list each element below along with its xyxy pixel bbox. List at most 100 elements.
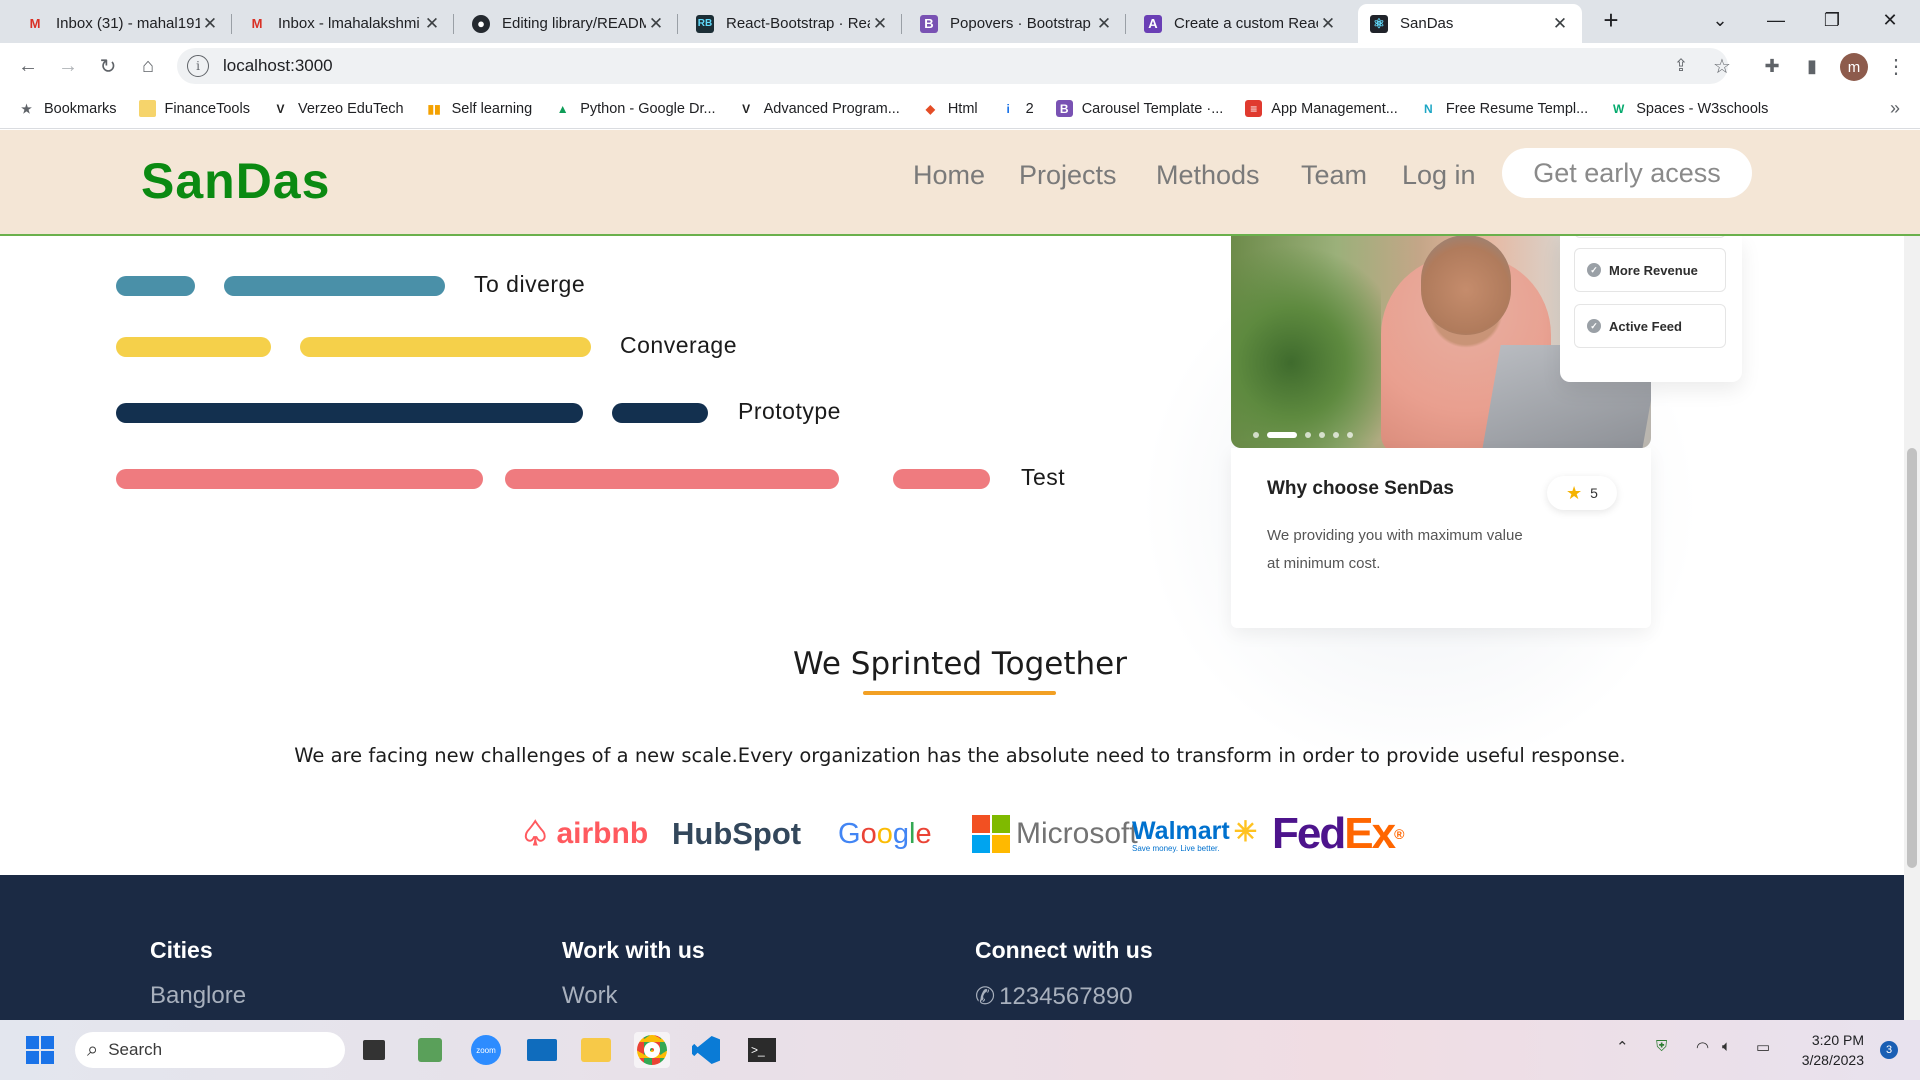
footer-connect: Connect with us ✆ 1234567890	[975, 937, 1153, 1011]
star-icon: ★	[21, 101, 32, 116]
browser-tab[interactable]: ● Editing library/READM ✕	[460, 4, 678, 43]
browser-tab-active[interactable]: ⚛ SanDas ✕	[1358, 4, 1582, 43]
nav-home[interactable]: Home	[913, 160, 985, 191]
close-tab-icon[interactable]: ✕	[1094, 14, 1114, 34]
bookmark-item[interactable]: B Carousel Template ·...	[1055, 100, 1223, 117]
app-icon: A	[1144, 14, 1162, 33]
nav-projects[interactable]: Projects	[1019, 160, 1117, 191]
reload-icon[interactable]: ↻	[92, 50, 124, 82]
footer-cities: Cities Banglore	[150, 937, 247, 1010]
close-tab-icon[interactable]: ✕	[870, 14, 890, 34]
bookmark-item[interactable]: N Free Resume Templ...	[1420, 100, 1588, 117]
side-panel-icon[interactable]: ▮	[1796, 50, 1828, 82]
show-hidden-icons[interactable]: ⌃	[1616, 1038, 1629, 1056]
bookmark-item[interactable]: ▮▮ Self learning	[426, 100, 532, 117]
footer-link[interactable]: Banglore	[150, 982, 246, 1010]
react-icon: ⚛	[1370, 14, 1388, 33]
task-view-icon[interactable]	[356, 1032, 392, 1068]
site-info-icon[interactable]: i	[187, 55, 209, 77]
google-drive-icon: ▲	[556, 101, 569, 116]
section-underline	[863, 691, 1056, 695]
bookmark-item[interactable]: V Advanced Program...	[738, 100, 900, 117]
zoom-icon[interactable]: zoom	[468, 1032, 504, 1068]
get-early-access-button[interactable]: Get early acess	[1502, 148, 1752, 198]
feature-option[interactable]: ✓ Active Feed	[1574, 304, 1726, 348]
feature-panel: ✓ More Revenue ✓ Active Feed	[1560, 228, 1742, 382]
forward-icon[interactable]: →	[52, 50, 84, 82]
mail-icon[interactable]	[524, 1032, 560, 1068]
bookmark-item[interactable]: i2	[1000, 100, 1033, 117]
notification-badge[interactable]: 3	[1880, 1041, 1898, 1059]
process-bar	[116, 337, 271, 357]
bookmark-item[interactable]: FinanceTools	[138, 100, 250, 117]
bookmark-item[interactable]: W Spaces - W3schools	[1610, 100, 1768, 117]
gmail-icon: M	[251, 16, 263, 31]
taskbar-clock[interactable]: 3:20 PM 3/28/2023	[1802, 1030, 1864, 1070]
process-bar	[300, 337, 591, 357]
security-icon[interactable]: ⛨	[1656, 1038, 1667, 1055]
footer-link[interactable]: Work	[562, 982, 705, 1010]
page-scrollbar[interactable]	[1904, 130, 1920, 1020]
more-bookmarks-icon[interactable]: »	[1890, 98, 1900, 119]
windows-start-icon[interactable]	[22, 1032, 58, 1068]
process-label: Test	[1021, 464, 1066, 490]
volume-icon[interactable]: 🔈︎	[1722, 1038, 1731, 1055]
chrome-icon[interactable]	[634, 1032, 670, 1068]
wifi-icon[interactable]: ◠	[1696, 1038, 1709, 1056]
browser-tab[interactable]: M Inbox (31) - mahal191 ✕	[14, 4, 232, 43]
minimize-button[interactable]: —	[1748, 0, 1804, 40]
share-icon[interactable]: ⇪	[1665, 50, 1697, 82]
browser-tab-strip: M Inbox (31) - mahal191 ✕ M Inbox - lmah…	[0, 0, 1920, 43]
site-logo[interactable]: SanDas	[141, 152, 330, 210]
profile-avatar[interactable]: m	[1840, 53, 1868, 81]
gmail-icon: M	[29, 16, 41, 31]
new-tab-button[interactable]: +	[1584, 0, 1638, 40]
footer-phone[interactable]: ✆ 1234567890	[975, 982, 1153, 1011]
close-tab-icon[interactable]: ✕	[1318, 14, 1338, 34]
close-tab-icon[interactable]: ✕	[646, 14, 666, 34]
bookmark-item[interactable]: ★ Bookmarks	[18, 100, 116, 117]
nav-login[interactable]: Log in	[1402, 160, 1476, 191]
file-explorer-icon[interactable]	[578, 1032, 614, 1068]
carousel-indicators[interactable]	[1253, 432, 1353, 438]
back-icon[interactable]: ←	[12, 50, 44, 82]
check-icon: ✓	[1587, 319, 1601, 333]
rating-badge: ★ 5	[1547, 476, 1617, 510]
bookmark-item[interactable]: V Verzeo EduTech	[272, 100, 403, 117]
browser-tab[interactable]: M Inbox - lmahalakshmi ✕	[236, 4, 454, 43]
extensions-icon[interactable]: ✚	[1756, 50, 1788, 82]
bookmark-star-icon[interactable]: ☆	[1706, 50, 1738, 82]
bookmark-item[interactable]: ≡ App Management...	[1245, 100, 1398, 117]
restore-button[interactable]: ❐	[1804, 0, 1860, 40]
site-footer: Cities Banglore Work with us Work Connec…	[0, 875, 1920, 1020]
process-label: To diverge	[474, 271, 586, 297]
home-icon[interactable]: ⌂	[132, 50, 164, 82]
nav-team[interactable]: Team	[1301, 160, 1367, 191]
vscode-icon[interactable]	[688, 1032, 724, 1068]
tab-search-icon[interactable]: ⌄	[1692, 0, 1748, 40]
bookmark-item[interactable]: ▲ Python - Google Dr...	[554, 100, 716, 117]
address-bar[interactable]: i localhost:3000	[177, 48, 1728, 84]
taskbar-search[interactable]: ⌕ Search	[75, 1032, 345, 1068]
battery-icon[interactable]: ▭	[1756, 1038, 1770, 1056]
close-tab-icon[interactable]: ✕	[200, 14, 220, 34]
terminal-icon[interactable]: >_	[744, 1032, 780, 1068]
address-url[interactable]: localhost:3000	[223, 56, 333, 76]
browser-tab[interactable]: RB React-Bootstrap · Rea ✕	[684, 4, 902, 43]
bootstrap-icon: B	[1055, 100, 1073, 117]
bookmark-item[interactable]: ◆ Html	[922, 100, 978, 117]
feature-option[interactable]: ✓ More Revenue	[1574, 248, 1726, 292]
nav-methods[interactable]: Methods	[1156, 160, 1260, 191]
browser-tab[interactable]: A Create a custom Reac ✕	[1132, 4, 1350, 43]
close-tab-icon[interactable]: ✕	[422, 14, 442, 34]
scrollbar-thumb[interactable]	[1907, 448, 1917, 868]
notes-app-icon[interactable]	[412, 1032, 448, 1068]
process-label: Converage	[620, 332, 738, 358]
site-navbar: SanDas Home Projects Methods Team Log in…	[0, 130, 1920, 236]
folder-icon	[138, 100, 156, 117]
close-tab-icon[interactable]: ✕	[1550, 14, 1570, 34]
menu-icon[interactable]: ⋮	[1880, 50, 1912, 82]
verzeo-icon: V	[276, 101, 285, 116]
browser-tab[interactable]: B Popovers · Bootstrap ✕	[908, 4, 1126, 43]
close-window-button[interactable]: ✕	[1862, 0, 1918, 40]
